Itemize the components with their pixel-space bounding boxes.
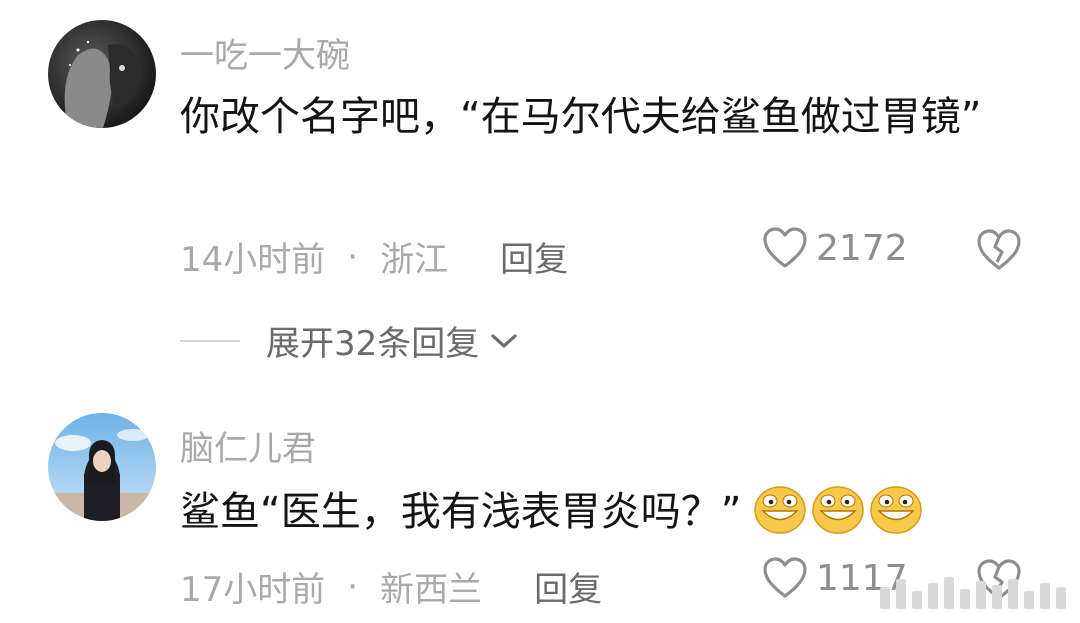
comment-meta: 17小时前 · 新西兰 回复: [180, 562, 602, 611]
watermark: [880, 577, 1066, 609]
chevron-down-icon: [491, 333, 517, 348]
separator-dot: ·: [347, 566, 359, 607]
comment-text: 鲨鱼“医生，我有浅表胃炎吗？”: [180, 477, 1000, 547]
grin-emoji: [870, 486, 923, 534]
grin-emoji: [754, 486, 807, 534]
expand-replies-label: 展开32条回复: [266, 324, 480, 364]
username[interactable]: 一吃一大碗: [180, 28, 350, 77]
expand-replies[interactable]: 展开32条回复: [180, 316, 521, 365]
location: 新西兰: [380, 570, 483, 610]
broken-heart-icon: [977, 229, 1021, 270]
reply-button[interactable]: 回复: [534, 562, 602, 611]
divider-line: [180, 339, 240, 342]
emoji-group: [753, 484, 923, 536]
avatar[interactable]: [48, 413, 156, 521]
dislike-button[interactable]: [976, 228, 1022, 276]
grin-emoji: [812, 486, 865, 534]
location: 浙江: [380, 240, 449, 280]
like-button[interactable]: 2172: [762, 226, 908, 270]
avatar[interactable]: [48, 20, 156, 128]
heart-icon: [763, 557, 807, 598]
reply-button[interactable]: 回复: [500, 232, 568, 281]
timestamp: 17小时前: [180, 570, 326, 610]
comment-text: 你改个名字吧，“在马尔代夫给鲨鱼做过胃镜”: [180, 94, 982, 140]
like-count: 2172: [816, 227, 908, 269]
comment-meta: 14小时前 · 浙江 回复: [180, 232, 568, 281]
separator-dot: ·: [347, 236, 359, 277]
heart-icon: [763, 227, 807, 268]
comment-text-body: 鲨鱼“医生，我有浅表胃炎吗？”: [180, 489, 742, 535]
timestamp: 14小时前: [180, 240, 326, 280]
username[interactable]: 脑仁儿君: [180, 421, 316, 470]
